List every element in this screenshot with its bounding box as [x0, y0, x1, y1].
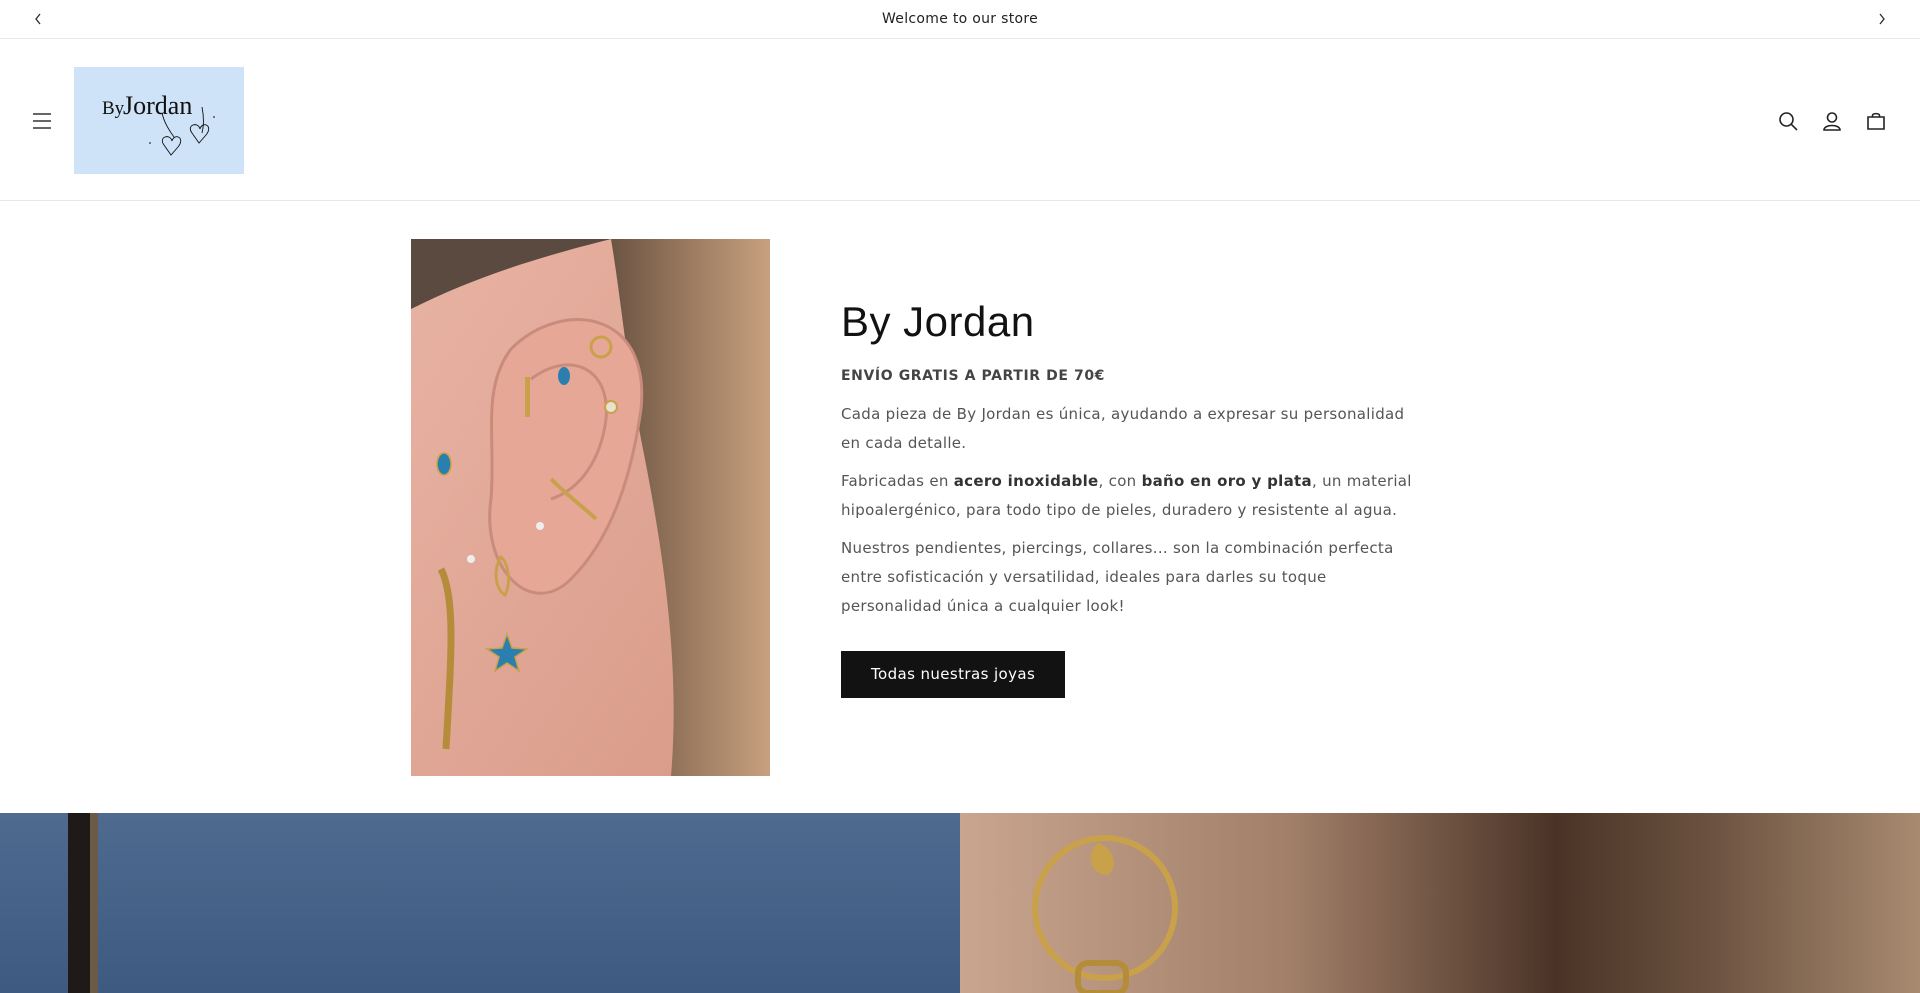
- hero-image: [411, 239, 770, 776]
- paragraph2-part2: , con: [1098, 472, 1142, 490]
- collection-image-left[interactable]: [0, 813, 960, 993]
- cart-button[interactable]: [1860, 101, 1892, 141]
- announcement-message: Welcome to our store: [881, 11, 1039, 27]
- hero-content: By Jordan ENVÍO GRATIS A PARTIR DE 70€ C…: [841, 298, 1421, 698]
- logo-jordan: Jordan: [123, 91, 192, 120]
- site-logo[interactable]: By Jordan: [74, 67, 244, 174]
- collection-photo-left: [68, 813, 98, 993]
- all-jewelry-button[interactable]: Todas nuestras joyas: [841, 651, 1066, 698]
- cart-icon: [1867, 112, 1885, 130]
- search-button[interactable]: [1772, 101, 1804, 141]
- account-button[interactable]: [1816, 101, 1848, 141]
- hero-subtitle: ENVÍO GRATIS A PARTIR DE 70€: [841, 368, 1106, 384]
- logo-graphic: By Jordan: [102, 91, 215, 156]
- logo-by: By: [102, 98, 125, 119]
- announcement-bar: Welcome to our store: [0, 0, 1920, 39]
- user-icon: [1823, 112, 1841, 131]
- hamburger-menu-icon: [33, 113, 51, 129]
- paragraph2-bold1: acero inoxidable: [953, 472, 1099, 490]
- hero-paragraph-2: Fabricadas en acero inoxidable, con baño…: [841, 467, 1421, 525]
- ear-jewelry-photo: [411, 239, 770, 776]
- announcement-next-button[interactable]: [1862, 0, 1902, 38]
- hero-title: By Jordan: [841, 298, 1035, 345]
- announcement-prev-button[interactable]: [18, 0, 58, 38]
- site-header: By Jordan: [0, 39, 1920, 201]
- collection-photo-right: [1032, 835, 1178, 993]
- collection-image-right[interactable]: [960, 813, 1920, 993]
- hero-paragraph-1: Cada pieza de By Jordan es única, ayudan…: [841, 405, 1405, 452]
- chevron-left-icon: [35, 13, 41, 25]
- chevron-right-icon: [1879, 13, 1885, 25]
- paragraph2-part1: Fabricadas en: [841, 472, 954, 490]
- menu-button[interactable]: [26, 105, 58, 137]
- paragraph2-bold2: baño en oro y plata: [1141, 472, 1312, 490]
- hero-paragraph-3: Nuestros pendientes, piercings, collares…: [841, 539, 1394, 615]
- header-icons: [1772, 101, 1892, 141]
- search-icon: [1779, 112, 1798, 131]
